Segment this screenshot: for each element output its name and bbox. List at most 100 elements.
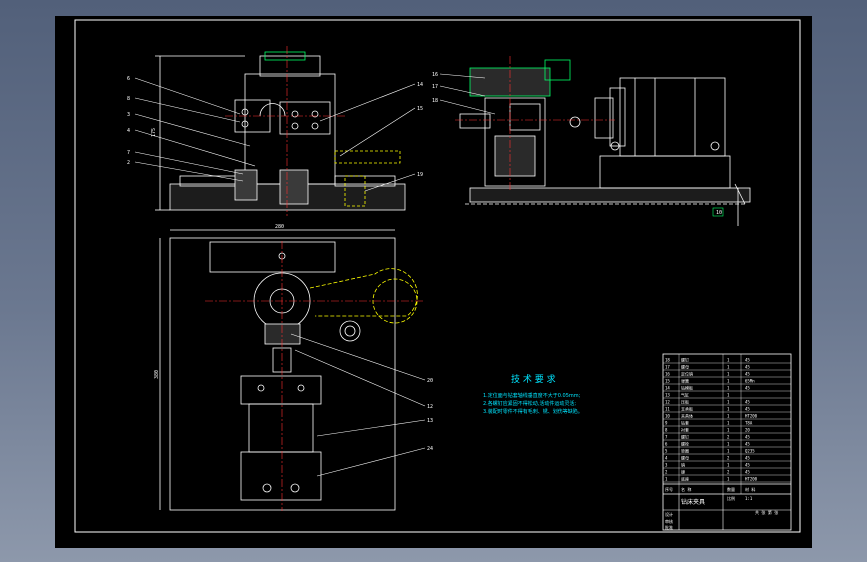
bom-cell: 定位销 xyxy=(681,371,693,377)
bom-cell: 弹簧 xyxy=(681,378,689,384)
bom-cell: 11 xyxy=(665,407,670,412)
balloon-top-4: 24 xyxy=(427,446,433,452)
bom-cell: 压板 xyxy=(681,399,689,405)
bom-cell: 65Mn xyxy=(745,379,755,384)
bom-cell: 螺钉 xyxy=(681,357,689,363)
sheet-border xyxy=(74,19,801,533)
balloon-front-7: 14 xyxy=(417,82,423,88)
bom-header-no: 序号 xyxy=(665,486,673,492)
bom-cell: 气缸 xyxy=(681,392,689,398)
bom-cell: 13 xyxy=(665,393,670,398)
bom-cell: 20 xyxy=(745,428,750,433)
bom-cell: 1 xyxy=(727,400,730,405)
bom-cell: 螺钉 xyxy=(681,434,689,440)
bom-cell: 1 xyxy=(727,442,730,447)
bom-header-mat: 材 料 xyxy=(745,486,755,492)
bom-cell: 底座 xyxy=(681,476,689,482)
bom-header-qty: 数量 xyxy=(727,486,735,492)
bom-cell: 14 xyxy=(665,386,670,391)
bom-cell: 1 xyxy=(727,386,730,391)
bom-cell: 5 xyxy=(665,449,668,454)
bom-cell: 45 xyxy=(745,456,750,461)
bom-cell: 1 xyxy=(727,449,730,454)
bom-cell: 45 xyxy=(745,358,750,363)
bom-cell: 45 xyxy=(745,400,750,405)
bom-cell: 1 xyxy=(665,477,668,482)
technical-notes: 技 术 要 求 1.定位面与钻套轴线垂直度不大于0.05mm; 2.各螺钉应紧固… xyxy=(483,373,583,415)
bom-cell: 衬套 xyxy=(681,427,689,433)
bom-cell: 15 xyxy=(665,379,670,384)
bom-cell: 10 xyxy=(665,414,670,419)
bom-cell: HT200 xyxy=(745,477,758,482)
title-approver: 批准 xyxy=(665,524,673,530)
bom-cell: 16 xyxy=(665,372,670,377)
title-checker: 审核 xyxy=(665,518,673,524)
balloon-side-bottom: 10 xyxy=(716,210,722,216)
bom-cell: HT200 xyxy=(745,414,758,419)
bom-cell: 2 xyxy=(665,470,668,475)
bom-cell: 1 xyxy=(727,428,730,433)
bom-cell: 螺栓 xyxy=(681,441,689,447)
balloon-front-9: 19 xyxy=(417,172,423,178)
bom-cell: 12 xyxy=(665,400,670,405)
bom-cell: 2 xyxy=(727,435,730,440)
bom-cell: 1 xyxy=(727,414,730,419)
bom-cell: 3 xyxy=(665,463,668,468)
dim-front-height: 175 xyxy=(151,128,157,137)
bom-cell: 45 xyxy=(745,372,750,377)
notes-line-2: 2.各螺钉应紧固不得松动,活动件运动灵活; xyxy=(483,400,576,407)
bom-cell: 4 xyxy=(665,456,668,461)
bom-cell: 钻模板 xyxy=(681,385,693,391)
balloon-front-6: 2 xyxy=(127,160,130,166)
bom-cell: 螺母 xyxy=(681,455,689,461)
title-scale-label: 比例 xyxy=(727,495,735,501)
balloon-side-2: 17 xyxy=(432,84,438,90)
bom-cell: 17 xyxy=(665,365,670,370)
bom-cell: 6 xyxy=(665,442,668,447)
bom-cell: 销 xyxy=(681,462,685,468)
bom-cell: 支承板 xyxy=(681,406,693,412)
side-view xyxy=(459,59,751,226)
bom-cell: 45 xyxy=(745,407,750,412)
top-view xyxy=(159,229,396,511)
balloon-front-8: 15 xyxy=(417,106,423,112)
bom-cell: 1 xyxy=(727,365,730,370)
notes-line-3: 3.装配时零件不得有毛刺、锈、划伤等缺陷。 xyxy=(483,408,583,415)
bom-cell: 1 xyxy=(727,407,730,412)
bom-header-name: 名 称 xyxy=(681,486,691,492)
bom-cell: 1 xyxy=(727,358,730,363)
balloon-top-2: 12 xyxy=(427,404,433,410)
bom-cell: 1 xyxy=(727,379,730,384)
notes-line-1: 1.定位面与钻套轴线垂直度不大于0.05mm; xyxy=(483,392,581,399)
bom-cell: 45 xyxy=(745,386,750,391)
bom-cell: 1 xyxy=(727,393,730,398)
bom-cell: Q235 xyxy=(745,449,755,454)
notes-title: 技 术 要 求 xyxy=(511,373,556,385)
bom-cell: 1 xyxy=(727,463,730,468)
bom-cell: 9 xyxy=(665,421,668,426)
cad-viewport[interactable]: 6 8 3 4 7 2 14 15 19 175 16 17 18 10 20 … xyxy=(55,16,812,548)
balloon-front-5: 7 xyxy=(127,150,130,156)
bom-cell: 7 xyxy=(665,435,668,440)
balloon-front-4: 4 xyxy=(127,128,130,134)
bom-cell: 2 xyxy=(727,456,730,461)
bom-cell: 螺母 xyxy=(681,364,689,370)
balloon-top-1: 20 xyxy=(427,378,433,384)
dim-top-height: 380 xyxy=(154,370,160,379)
bom-cell: 8 xyxy=(665,428,668,433)
balloon-front-2: 8 xyxy=(127,96,130,102)
front-view xyxy=(155,51,406,211)
title-scale-value: 1:1 xyxy=(745,496,753,501)
bom-cell: 2 xyxy=(727,470,730,475)
bill-of-materials: 18 螺钉 1 4517 螺母 1 4516 定位销 1 4515 弹簧 1 65Mn14 钻模板 1 451… xyxy=(662,353,792,531)
title-designer: 设计 xyxy=(665,511,673,517)
bom-cell: 45 xyxy=(745,463,750,468)
dim-top-width: 280 xyxy=(275,224,284,230)
bom-cell: 1 xyxy=(727,372,730,377)
bom-cell: 1 xyxy=(727,477,730,482)
bom-cell: 45 xyxy=(745,470,750,475)
balloon-side-3: 18 xyxy=(432,98,438,104)
bom-cell: 键 xyxy=(681,469,685,475)
balloon-side-1: 16 xyxy=(432,72,438,78)
balloon-top-3: 13 xyxy=(427,418,433,424)
